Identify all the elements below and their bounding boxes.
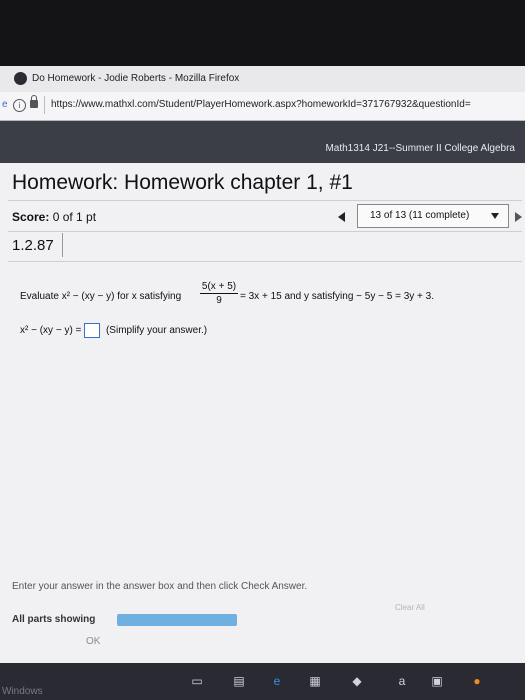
homework-page: Homework: Homework chapter 1, #1 Score: … [0, 163, 525, 663]
next-question-icon[interactable] [515, 212, 522, 222]
section-number: 1.2.87 [12, 237, 54, 254]
fraction-denominator: 9 [216, 295, 222, 306]
section-number-box: 1.2.87 [8, 233, 63, 257]
clear-all-button[interactable]: Clear All [395, 603, 425, 612]
info-icon[interactable]: i [13, 99, 26, 112]
answer-hint: (Simplify your answer.) [105, 325, 208, 337]
fraction-bar [200, 293, 238, 294]
parts-label: All parts showing [12, 614, 96, 625]
url-text: https://www.mathxl.com/Student/PlayerHom… [51, 99, 471, 110]
answer-row: x² − (xy − y) = (Simplify your answer.) [20, 323, 207, 341]
windows-label: Windows [2, 686, 43, 697]
task-view-icon[interactable]: ▭ [190, 674, 204, 688]
url-field[interactable]: https://www.mathxl.com/Student/PlayerHom… [44, 96, 523, 114]
screen-bezel [0, 0, 525, 66]
lock-icon[interactable] [30, 95, 38, 108]
firefox-taskbar-icon[interactable]: ● [470, 674, 484, 688]
file-explorer-icon[interactable]: ▤ [232, 674, 246, 688]
score-row: Score: 0 of 1 pt 13 of 13 (11 complete) [8, 200, 522, 232]
ok-button[interactable]: OK [86, 636, 100, 647]
divider [8, 261, 522, 262]
store-icon[interactable]: ▦ [308, 674, 322, 688]
edge-icon[interactable]: e [270, 674, 284, 688]
photos-icon[interactable]: ▣ [430, 674, 444, 688]
score-label: Score: 0 of 1 pt [12, 210, 96, 224]
previous-question-icon[interactable] [338, 212, 345, 222]
fraction: 5(x + 5) 9 [200, 281, 238, 306]
address-bar[interactable]: e i https://www.mathxl.com/Student/Playe… [0, 92, 525, 121]
browser-titlebar: Do Homework - Jodie Roberts - Mozilla Fi… [0, 66, 525, 93]
firefox-icon [14, 72, 27, 85]
question-prefix: Evaluate x² − (xy − y) for x satisfying [20, 291, 182, 302]
window-title: Do Homework - Jodie Roberts - Mozilla Fi… [32, 73, 240, 84]
fraction-numerator: 5(x + 5) [201, 281, 237, 292]
question-text: Evaluate x² − (xy − y) for x satisfying … [20, 281, 520, 313]
chevron-down-icon [491, 213, 499, 219]
answer-input[interactable] [84, 323, 101, 338]
url-left-fragment: e [2, 99, 8, 110]
score-label-text: Score: [12, 210, 50, 224]
taskbar: Windows ▭ ▤ e ▦ ◆ a ▣ ● [0, 663, 525, 700]
question-status: 13 of 13 (11 complete) [370, 210, 470, 221]
instruction-text: Enter your answer in the answer box and … [12, 581, 308, 592]
parts-progress-bar [117, 614, 237, 626]
question-selector[interactable]: 13 of 13 (11 complete) [357, 204, 509, 228]
course-header: Math1314 J21--Summer II College Algebra [0, 121, 525, 163]
dropbox-icon[interactable]: ◆ [350, 674, 364, 688]
question-suffix: = 3x + 15 and y satisfying − 5y − 5 = 3y… [240, 291, 435, 302]
answer-prefix: x² − (xy − y) = [20, 325, 82, 337]
page-title: Homework: Homework chapter 1, #1 [12, 171, 353, 194]
course-name: Math1314 J21--Summer II College Algebra [325, 143, 515, 154]
score-value: 0 of 1 pt [52, 210, 97, 224]
amazon-icon[interactable]: a [395, 674, 409, 688]
